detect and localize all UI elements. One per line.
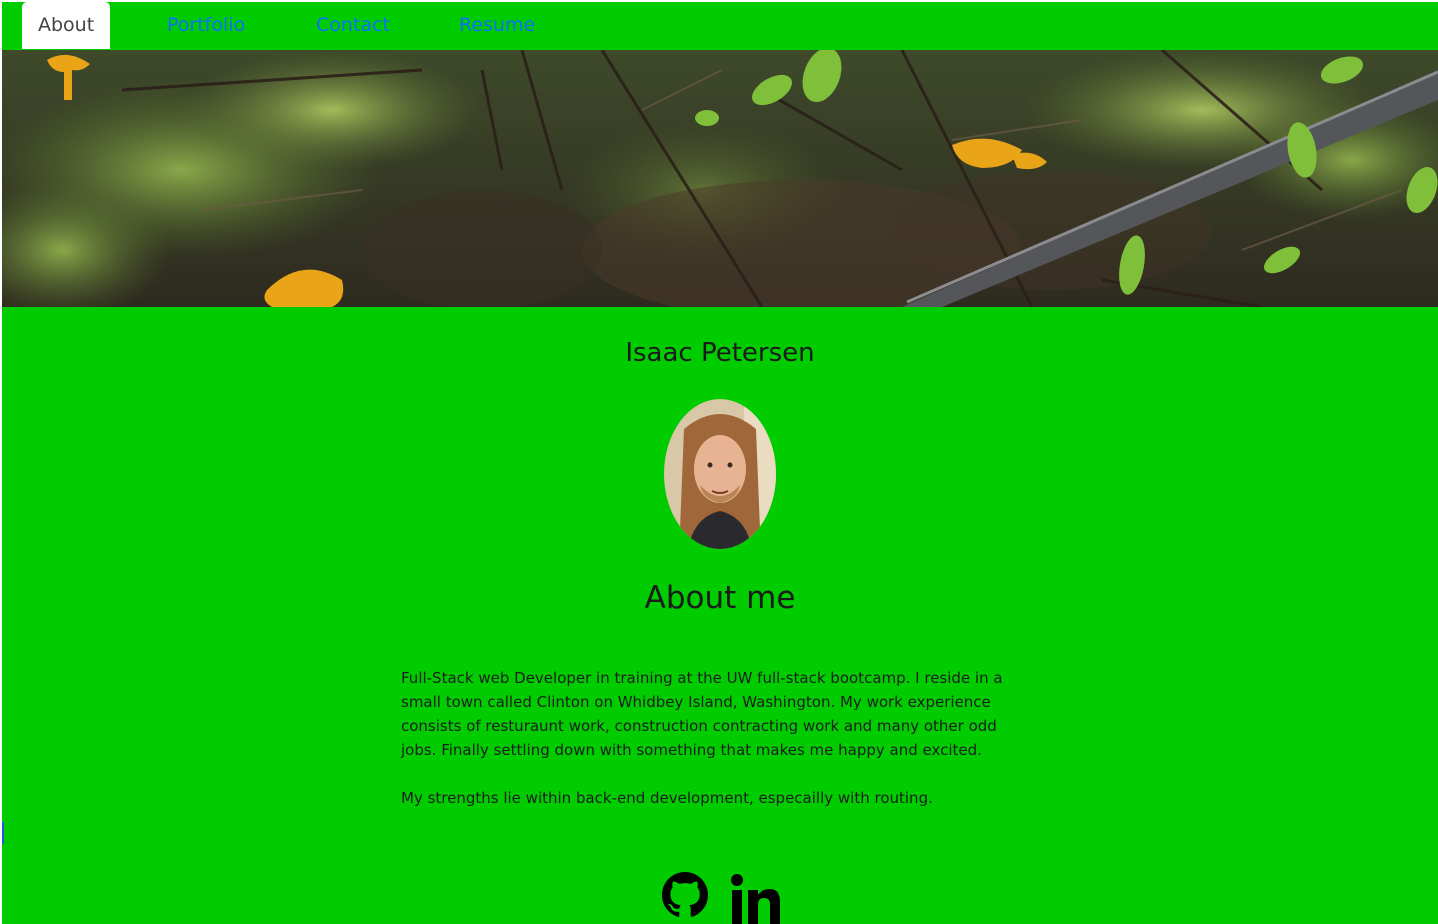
linkedin-icon bbox=[731, 874, 780, 924]
linkedin-link[interactable] bbox=[728, 872, 782, 924]
tab-about[interactable]: About bbox=[22, 2, 111, 49]
profile-name: Isaac Petersen bbox=[625, 338, 815, 368]
github-link[interactable] bbox=[662, 872, 708, 918]
page: About Portfolio Contact Resume Isaac Pet… bbox=[0, 0, 1438, 924]
github-icon bbox=[662, 872, 708, 917]
bio-paragraph: My strengths lie within back-end develop… bbox=[401, 789, 933, 807]
about-heading: About me bbox=[644, 580, 796, 616]
bio-paragraph: Full-Stack web Developer in training at … bbox=[401, 669, 1003, 759]
top-nav: About Portfolio Contact Resume bbox=[2, 2, 1438, 51]
avatar bbox=[664, 399, 776, 549]
hero-banner-image bbox=[2, 50, 1438, 307]
tab-contact[interactable]: Contact bbox=[316, 2, 390, 49]
tab-resume[interactable]: Resume bbox=[459, 2, 535, 49]
left-edge-marker bbox=[2, 822, 4, 844]
about-bio: Full-Stack web Developer in training at … bbox=[401, 666, 1031, 834]
tab-portfolio[interactable]: Portfolio bbox=[167, 2, 245, 49]
